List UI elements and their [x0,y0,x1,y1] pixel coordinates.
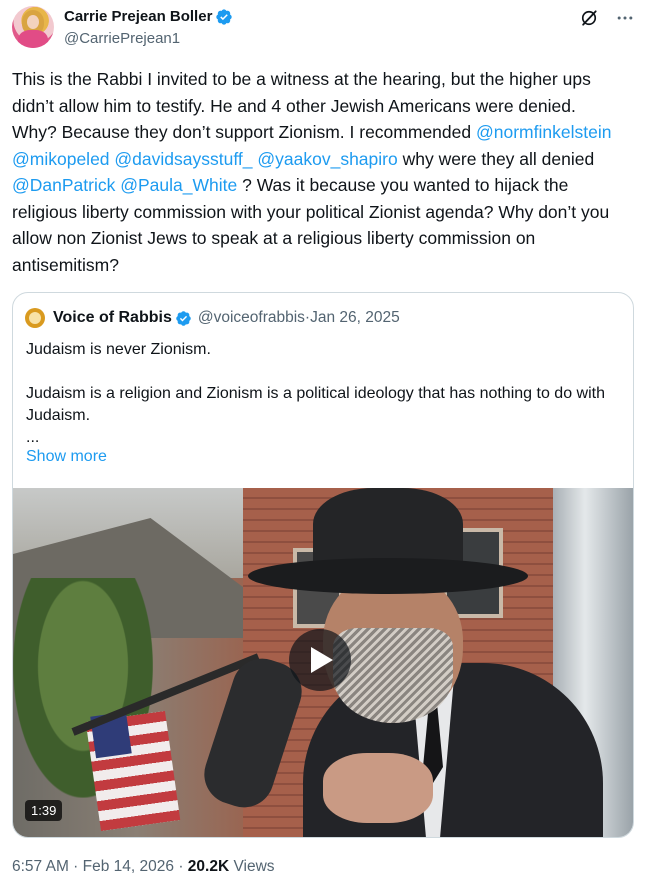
verified-badge-icon [176,310,191,326]
tweet-header: Carrie Prejean Boller @CarriePrejean1 [12,6,637,58]
mention-link[interactable]: @DanPatrick [12,175,115,195]
mention-link[interactable]: @mikopeled [12,149,110,169]
mention-link[interactable]: @davidsaysstuff_ [114,149,252,169]
views-label: Views [233,858,275,875]
quoted-author-avatar[interactable] [25,308,45,328]
tweet-top-actions [579,8,635,28]
mention-link[interactable]: @normfinkelstein [476,122,611,142]
mention-link[interactable]: @yaakov_shapiro [257,149,397,169]
author-name-block: Carrie Prejean Boller @CarriePrejean1 [64,6,233,50]
tweet-date[interactable]: Feb 14, 2026 [83,858,174,875]
video-player[interactable]: 1:39 [13,488,633,837]
verified-badge-icon [216,9,233,25]
play-button[interactable] [289,629,351,691]
quoted-tweet-text: Judaism is never Zionism. Judaism is a r… [26,341,605,446]
show-more-link[interactable]: Show more [26,448,107,466]
more-icon[interactable] [615,8,635,28]
quoted-tweet-date[interactable]: Jan 26, 2025 [310,309,400,327]
meta-separator: · [68,858,83,875]
author-display-name[interactable]: Carrie Prejean Boller [64,6,212,28]
video-duration: 1:39 [25,800,63,821]
mention-link[interactable]: @Paula_White [120,175,237,195]
tweet-text: This is the Rabbi I invited to be a witn… [12,66,612,278]
quoted-author-handle[interactable]: @voiceofrabbis [198,309,305,327]
play-icon [311,647,333,673]
meta-separator: · [174,858,188,875]
author-avatar[interactable] [12,6,54,48]
grok-icon[interactable] [579,8,599,28]
tweet-text-part: why were they all denied [397,148,600,169]
views-count[interactable]: 20.2K [188,858,229,875]
tweet-time[interactable]: 6:57 AM [12,858,69,875]
author-handle[interactable]: @CarriePrejean1 [64,28,233,50]
tweet-text-part [611,122,616,142]
quoted-tweet-card[interactable]: Voice of Rabbis @voiceofrabbis · Jan 26,… [12,292,634,838]
quoted-author-display-name[interactable]: Voice of Rabbis [53,309,172,327]
tweet-footer: 6:57 AM · Feb 14, 2026 · 20.2K Views [12,858,275,876]
quoted-tweet-header: Voice of Rabbis @voiceofrabbis · Jan 26,… [25,308,400,328]
